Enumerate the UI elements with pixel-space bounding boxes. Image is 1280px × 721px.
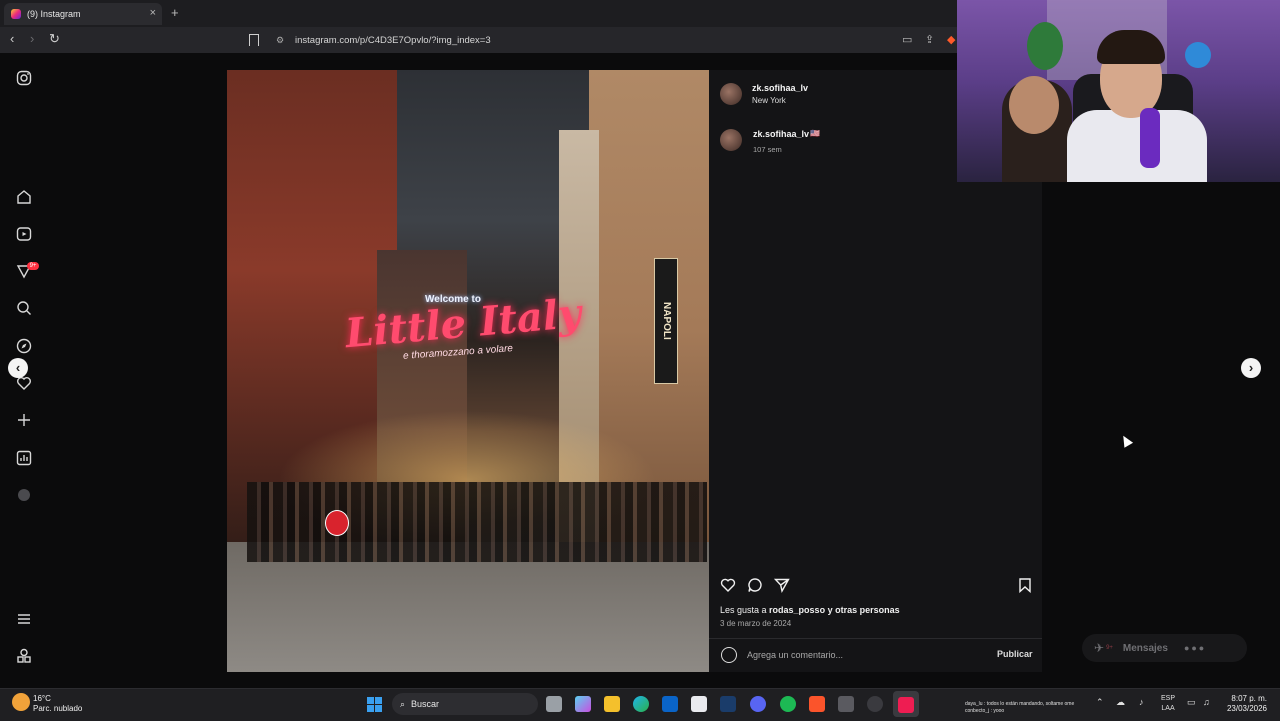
notification-badge: 9+ [27,262,39,270]
photo-do-not-enter-sign [325,510,349,536]
webcam-person-right-hair [1097,30,1165,64]
like-heart-icon[interactable] [720,577,736,593]
search-icon[interactable] [16,300,32,316]
next-post-button[interactable]: › [1241,358,1261,378]
taskbar-search-label: Buscar [411,699,440,709]
task-view-icon[interactable] [546,696,562,712]
wifi-icon[interactable]: ▭ [1187,697,1196,708]
webcam-person-right-body [1067,110,1207,182]
steam-icon[interactable] [720,696,736,712]
reels-icon[interactable] [16,226,32,242]
profile-avatar-icon[interactable] [16,487,32,503]
outlook-icon[interactable] [662,696,678,712]
mouse-cursor-icon [1118,433,1134,448]
webcam-person-left-head [1009,76,1059,134]
clock-time: 8:07 p. m. [1231,694,1267,703]
file-explorer-icon[interactable] [604,696,620,712]
taskbar-search-icon: ⌕ [400,698,406,709]
app-icon[interactable] [838,696,854,712]
stream-chat-line-1: daya_lu : todos lo están mandando, solta… [965,701,1075,707]
messages-label: Mensajes [1122,642,1168,654]
brave-shield-icon[interactable]: ◆ [947,33,955,46]
comment-icon[interactable] [747,577,763,593]
bookmark-icon[interactable] [249,34,259,46]
dashboard-icon[interactable] [16,450,32,466]
caption-avatar[interactable] [720,129,742,151]
instagram-logo-icon[interactable] [16,70,32,86]
tray-microphone-icon[interactable]: ♪ [1139,697,1144,707]
language-line-2: LAA [1161,705,1175,712]
forward-button[interactable]: › [30,31,34,46]
comment-divider [709,638,1042,639]
system-clock[interactable]: 8:07 p. m. 23/03/2026 [1225,694,1267,714]
create-icon[interactable] [16,412,32,428]
messages-avatars: ●●● [1183,643,1207,653]
clock-date: 23/03/2026 [1226,704,1267,713]
prev-post-button[interactable]: ‹ [8,358,28,378]
photo-sign-napoli: NAPOLI [654,258,678,384]
volume-icon[interactable]: ♫ [1203,697,1210,707]
new-tab-button[interactable]: + [171,5,179,20]
instagram-favicon-icon [11,9,21,19]
language-indicator[interactable]: ESP LAA [1161,694,1175,714]
photo-crowd [247,482,707,562]
weather-icon[interactable] [12,693,30,711]
weather-widget[interactable]: 16°C Parc. nublado [33,694,82,714]
weather-desc: Parc. nublado [33,704,83,713]
back-button[interactable]: ‹ [10,31,14,46]
store-icon[interactable] [691,696,707,712]
webcam-microphone [1140,108,1160,168]
cast-icon[interactable]: ▭ [902,33,912,46]
post-date: 3 de marzo de 2024 [720,619,792,628]
brave-icon[interactable] [809,696,825,712]
tab-instagram[interactable]: (9) Instagram × [4,3,162,25]
caption-username[interactable]: zk.sofihaa_lv [753,129,809,139]
emoji-icon[interactable] [721,647,737,663]
streamer-webcam [957,0,1280,182]
publish-button[interactable]: Publicar [997,649,1033,659]
author-username[interactable]: zk.sofihaa_lv [752,83,808,93]
caption-age: 107 sem [753,145,782,154]
stream-chat-ticker: daya_lu : todos lo están mandando, solta… [965,701,1090,715]
messages-icon: ✈ [1094,641,1105,655]
likes-suffix[interactable]: y otras personas [825,605,900,615]
tray-network-app-icon[interactable]: ☁ [1116,697,1125,708]
likes-user[interactable]: rodas_posso [769,605,825,615]
tab-close-icon[interactable]: × [150,7,156,19]
messages-badge: 9+ [1106,645,1113,651]
post-location[interactable]: New York [752,96,786,105]
start-button[interactable] [367,697,382,712]
comment-input[interactable] [743,647,981,662]
also-from-meta-icon[interactable] [16,648,32,664]
menu-icon[interactable] [16,611,32,627]
reload-button[interactable]: ↻ [49,31,60,47]
likes-prefix: Les gusta a [720,605,770,615]
caption-text: 🇺🇸 [810,129,820,138]
copilot-icon[interactable] [575,696,591,712]
taskbar-search[interactable]: ⌕ Buscar [392,693,538,715]
spotify-icon[interactable] [780,696,796,712]
messages-button[interactable]: ✈ 9+ Mensajes ●●● [1082,634,1247,662]
save-bookmark-icon[interactable] [1017,577,1033,594]
tab-title: (9) Instagram [27,9,81,19]
obs-icon[interactable] [867,696,883,712]
edge-icon[interactable] [633,696,649,712]
post-photo[interactable]: Welcome to Little Italy e thoramozzano a… [227,70,709,672]
likes-summary[interactable]: Les gusta a rodas_posso y otras personas [720,605,900,615]
author-avatar[interactable] [720,83,742,105]
webcam-fan [1185,42,1211,68]
discord-icon[interactable] [750,696,766,712]
tiktok-icon[interactable] [898,697,914,713]
url-field[interactable]: instagram.com/p/C4D3E7Opvlo/?img_index=3 [295,35,491,46]
share-icon[interactable]: ⇪ [925,33,934,46]
weather-temp: 16°C [33,694,51,703]
home-icon[interactable] [16,189,32,205]
tray-chevron-icon[interactable]: ⌃ [1096,697,1104,708]
language-line-1: ESP [1161,695,1176,702]
stream-chat-line-2: conbecto_j : yooo [965,708,1005,714]
share-post-icon[interactable] [773,577,790,593]
site-settings-icon[interactable]: ⚙ [276,35,284,46]
webcam-plant [1027,22,1063,70]
explore-icon[interactable] [16,338,32,354]
